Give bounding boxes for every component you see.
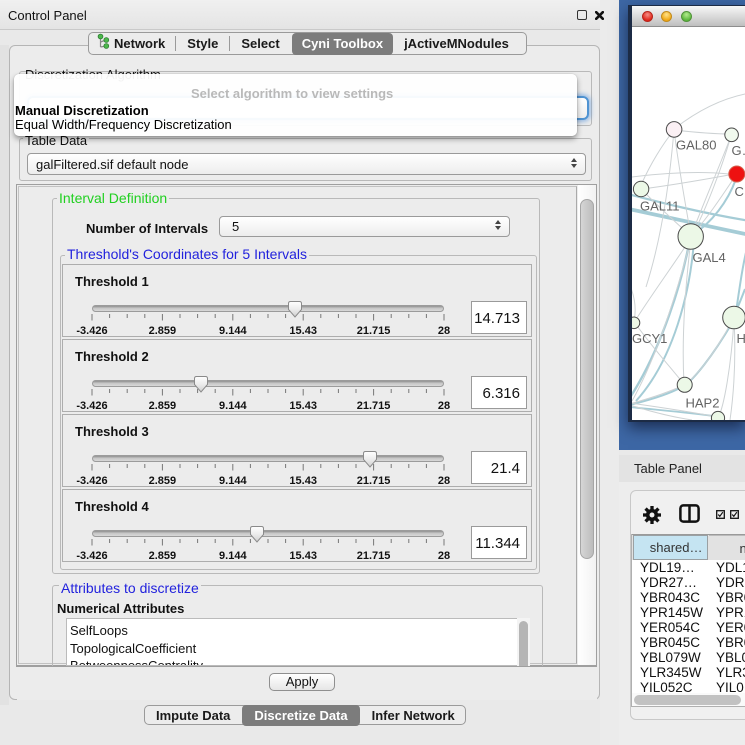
svg-text:G…: G… [732,143,745,158]
svg-text:C: C [735,184,744,199]
svg-text:GAL80: GAL80 [676,138,716,153]
svg-text:GCY1: GCY1 [632,331,667,346]
svg-text:HAP2: HAP2 [686,396,720,411]
svg-text:GAL4: GAL4 [693,250,726,265]
svg-text:H: H [737,331,745,346]
svg-text:GAL11: GAL11 [640,199,680,214]
